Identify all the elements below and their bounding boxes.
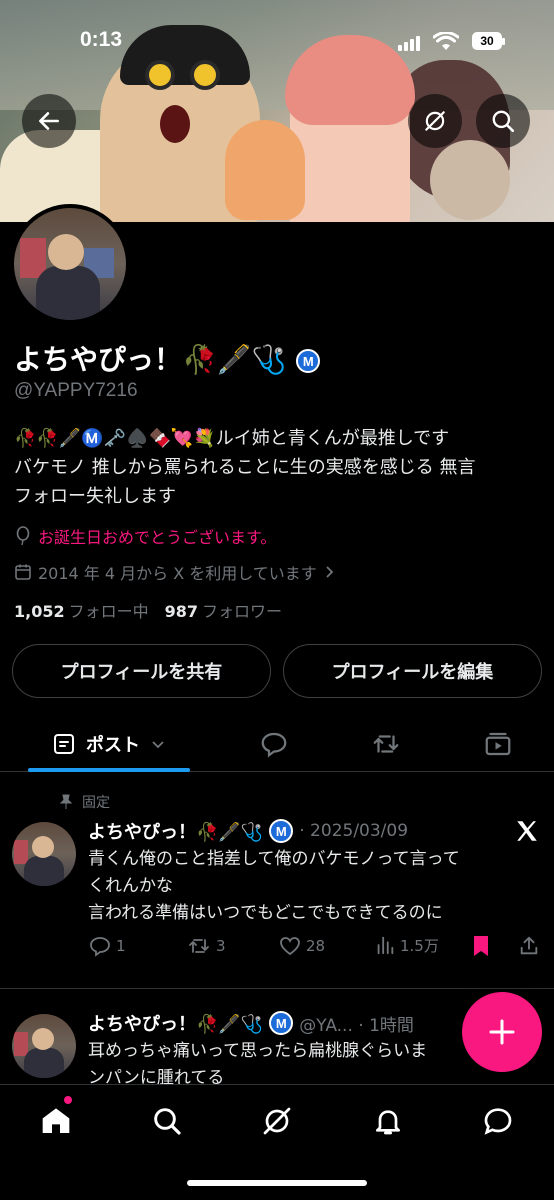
display-name: よちやぴっ！🥀🖋️🩺 M bbox=[14, 338, 321, 378]
views-count: 1.5万 bbox=[400, 936, 439, 955]
x-logo-icon bbox=[517, 821, 537, 841]
share-icon bbox=[520, 936, 538, 955]
second-post-header: よちやぴっ！🥀🖋️🩺 M @YA... · 1時間 bbox=[88, 1010, 414, 1036]
nav-search[interactable] bbox=[147, 1101, 187, 1141]
search-button[interactable] bbox=[476, 94, 530, 148]
post-text-line: 言われる準備はいつでもどこでもできてるのに bbox=[88, 903, 443, 923]
nav-messages[interactable] bbox=[478, 1101, 518, 1141]
like-button[interactable]: 28 bbox=[278, 934, 325, 958]
views-icon bbox=[377, 936, 394, 955]
joined-text: 2014 年 4 月から X を利用しています bbox=[38, 564, 317, 583]
tab-media[interactable] bbox=[470, 716, 526, 772]
repost-button[interactable]: 3 bbox=[186, 934, 226, 958]
followers-label: フォロワー bbox=[202, 602, 283, 621]
calendar-icon bbox=[15, 564, 31, 580]
back-button[interactable] bbox=[22, 94, 76, 148]
status-time: 0:13 bbox=[80, 28, 123, 51]
plus-icon bbox=[489, 1019, 515, 1045]
tab-replies[interactable] bbox=[246, 716, 302, 772]
tab-posts-label: ポスト bbox=[86, 735, 140, 756]
repost-icon bbox=[189, 939, 209, 953]
arrow-left-icon bbox=[39, 112, 59, 130]
user-handle: @YAPPY7216 bbox=[14, 380, 138, 401]
tab-reposts[interactable] bbox=[358, 716, 414, 772]
following-label: フォロー中 bbox=[68, 602, 149, 621]
pinned-post-text: 青くん俺のこと指差して俺のバケモノって言って くれんかな 言われる準備はいつでも… bbox=[88, 846, 538, 927]
nav-notifications[interactable] bbox=[368, 1101, 408, 1141]
birthday-text: お誕生日おめでとうございます。 bbox=[38, 528, 277, 547]
followers-link[interactable]: 987 フォロワー bbox=[165, 598, 282, 622]
repost-icon bbox=[373, 735, 399, 753]
profile-bio: 🥀🥀🖋️Ⓜ️🗝️♠️🍫💘💐ルイ姉と青くんが最推しです バケモノ 推しから罵られる… bbox=[14, 424, 544, 511]
search-icon bbox=[154, 1108, 181, 1135]
tab-posts[interactable]: ポスト bbox=[28, 716, 190, 772]
bell-icon bbox=[376, 1110, 400, 1135]
cellular-signal-icon bbox=[398, 36, 420, 51]
post-avatar[interactable] bbox=[12, 1014, 76, 1078]
pinned-indicator: 固定 bbox=[58, 792, 110, 812]
nav-grok[interactable] bbox=[257, 1101, 297, 1141]
reply-icon bbox=[261, 732, 287, 758]
active-tab-indicator bbox=[28, 768, 190, 772]
verified-badge-icon: M bbox=[296, 349, 321, 373]
heart-icon bbox=[280, 937, 300, 956]
following-count: 1,052 bbox=[14, 602, 65, 621]
posts-icon bbox=[54, 734, 74, 754]
followers-count: 987 bbox=[164, 602, 199, 621]
media-icon bbox=[485, 732, 511, 756]
chevron-down-icon bbox=[152, 741, 164, 749]
bookmark-button[interactable] bbox=[471, 934, 491, 958]
profile-avatar[interactable] bbox=[10, 204, 130, 324]
grok-button[interactable] bbox=[408, 94, 462, 148]
bio-line: 🥀🥀🖋️Ⓜ️🗝️♠️🍫💘💐ルイ姉と青くんが最推しです bbox=[14, 428, 450, 449]
home-indicator bbox=[187, 1180, 367, 1186]
messages-icon bbox=[484, 1108, 512, 1135]
bookmark-filled-icon bbox=[474, 936, 488, 956]
share-profile-button[interactable]: プロフィールを共有 bbox=[12, 644, 271, 698]
birthday-row: お誕生日おめでとうございます。 bbox=[14, 524, 276, 548]
pin-icon bbox=[59, 794, 73, 809]
display-name-text: よちやぴっ！🥀🖋️🩺 bbox=[14, 343, 287, 376]
like-count: 28 bbox=[306, 937, 326, 955]
reply-icon bbox=[90, 937, 110, 957]
verified-badge-icon: M bbox=[269, 1011, 294, 1035]
verified-badge-icon: M bbox=[269, 819, 294, 843]
joined-row[interactable]: 2014 年 4 月から X を利用しています bbox=[14, 560, 335, 584]
bio-line: バケモノ 推しから罵られることに生の実感を感じる 無言 bbox=[14, 457, 476, 478]
compose-post-button[interactable] bbox=[462, 992, 542, 1072]
bio-line: フォロー失礼します bbox=[14, 486, 176, 507]
post-handle-time: @YA... · 1時間 bbox=[299, 1015, 414, 1036]
reply-button[interactable]: 1 bbox=[88, 934, 126, 958]
repost-count: 3 bbox=[216, 937, 226, 955]
balloon-icon bbox=[16, 526, 30, 546]
pinned-post-header: よちやぴっ！🥀🖋️🩺 M · 2025/03/09 bbox=[88, 818, 408, 844]
post-author[interactable]: よちやぴっ！🥀🖋️🩺 bbox=[88, 818, 263, 844]
pinned-label: 固定 bbox=[82, 795, 110, 811]
post-avatar[interactable] bbox=[12, 822, 76, 886]
post-text-line: くれんかな bbox=[88, 876, 173, 896]
post-actions: 1 3 28 1.5万 bbox=[88, 934, 538, 964]
post-text-line: ンパンに腫れてる bbox=[88, 1068, 225, 1084]
chevron-right-icon bbox=[326, 566, 334, 578]
home-icon bbox=[42, 1108, 70, 1133]
post-author[interactable]: よちやぴっ！🥀🖋️🩺 bbox=[88, 1010, 263, 1036]
edit-profile-button[interactable]: プロフィールを編集 bbox=[283, 644, 542, 698]
status-bar: 0:13 30 bbox=[0, 28, 554, 58]
post-date: · 2025/03/09 bbox=[299, 821, 409, 841]
search-icon bbox=[492, 110, 515, 133]
battery-icon: 30 bbox=[472, 32, 505, 50]
wifi-icon bbox=[433, 32, 459, 50]
home-notification-dot bbox=[64, 1096, 72, 1104]
post-divider bbox=[0, 988, 554, 989]
reply-count: 1 bbox=[116, 937, 126, 955]
follow-stats: 1,052 フォロー中 987 フォロワー bbox=[14, 598, 282, 622]
nav-home[interactable] bbox=[36, 1101, 76, 1141]
profile-tabs: ポスト bbox=[0, 716, 554, 772]
grok-icon bbox=[263, 1107, 291, 1135]
share-button[interactable] bbox=[518, 934, 540, 958]
grok-icon bbox=[425, 111, 445, 131]
post-text-line: 青くん俺のこと指差して俺のバケモノって言って bbox=[88, 849, 460, 869]
following-link[interactable]: 1,052 フォロー中 bbox=[14, 598, 149, 622]
views-button[interactable]: 1.5万 bbox=[374, 934, 439, 956]
